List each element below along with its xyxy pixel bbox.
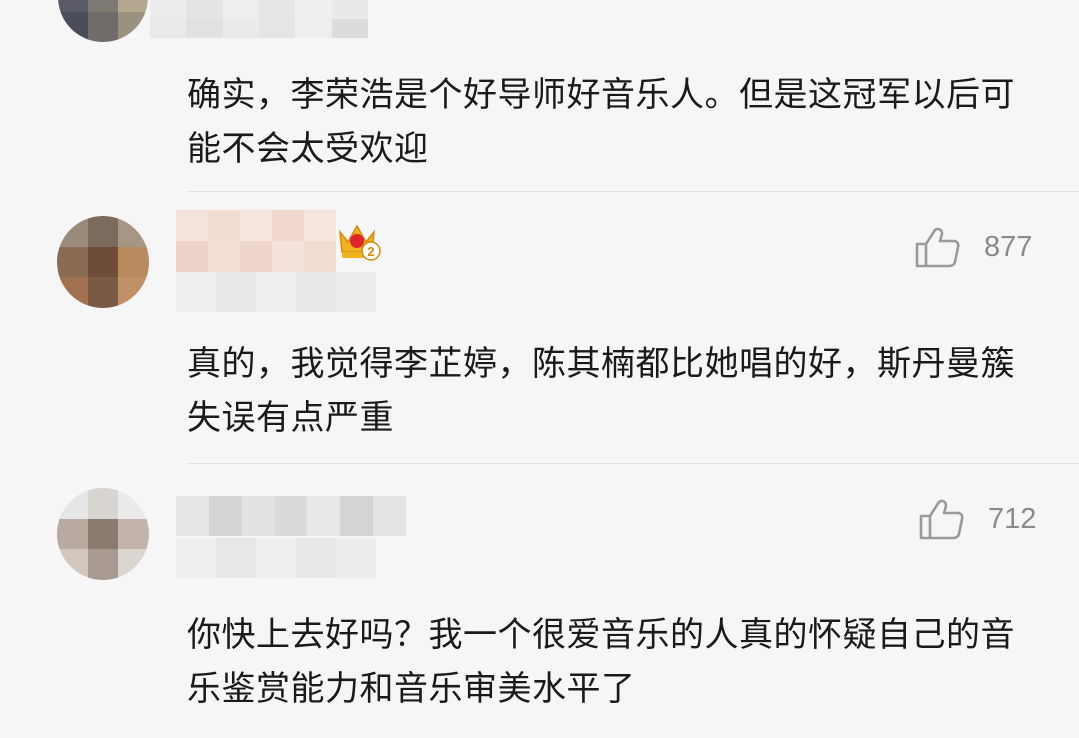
username-blurred[interactable] [176, 496, 406, 536]
username-blurred[interactable] [150, 0, 368, 38]
crown-badge-icon: 2 [339, 224, 381, 261]
like-count: 712 [988, 502, 1037, 535]
like-count: 877 [984, 230, 1033, 263]
badge-level: 2 [367, 244, 374, 259]
timestamp-blurred [176, 272, 376, 312]
comment-feed: 确实，李荣浩是个好导师好音乐人。但是这冠军以后可能不会太受欢迎 2 877 真的… [0, 0, 1079, 738]
comment-item: 2 877 真的，我觉得李芷婷，陈其楠都比她唱的好，斯丹曼簇失误有点严重 [0, 192, 1079, 464]
like-button[interactable]: 712 [918, 498, 1036, 540]
thumbs-up-icon [919, 499, 964, 540]
timestamp-blurred [176, 538, 376, 578]
username-blurred[interactable] [176, 210, 336, 272]
comment-text: 确实，李荣浩是个好导师好音乐人。但是这冠军以后可能不会太受欢迎 [187, 75, 1015, 169]
avatar[interactable] [58, 0, 148, 42]
like-button[interactable]: 877 [914, 226, 1032, 268]
avatar[interactable] [57, 216, 149, 308]
comment-item: 确实，李荣浩是个好导师好音乐人。但是这冠军以后可能不会太受欢迎 [0, 0, 1079, 192]
comment-text: 真的，我觉得李芷婷，陈其楠都比她唱的好，斯丹曼簇失误有点严重 [187, 344, 1015, 438]
thumbs-up-icon [915, 227, 960, 268]
comment-text: 你快上去好吗？我一个很爱音乐的人真的怀疑自己的音乐鉴赏能力和音乐审美水平了 [187, 615, 1015, 709]
avatar[interactable] [57, 488, 149, 580]
comment-item: 712 你快上去好吗？我一个很爱音乐的人真的怀疑自己的音乐鉴赏能力和音乐审美水平… [0, 464, 1079, 738]
